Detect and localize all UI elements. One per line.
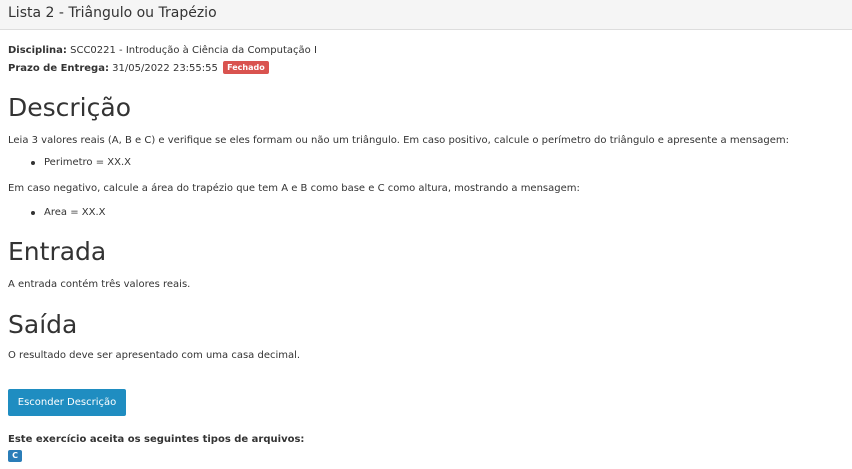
output-heading: Saída — [8, 310, 78, 339]
list-item-text: Area = XX.X — [44, 207, 106, 218]
deadline-label: Prazo de Entrega: — [8, 63, 109, 74]
list-item-text: Perimetro = XX.X — [44, 157, 132, 168]
status-badge: Fechado — [223, 61, 269, 74]
hide-description-button[interactable]: Esconder Descrição — [8, 389, 126, 416]
bullet-icon — [31, 161, 35, 165]
discipline-value: SCC0221 - Introdução à Ciência da Comput… — [70, 45, 317, 56]
list-item: Area = XX.X — [31, 206, 106, 220]
discipline-label: Disciplina: — [8, 45, 67, 56]
file-type-badge-c: C — [8, 450, 22, 462]
description-list-2: Area = XX.X — [8, 206, 105, 220]
description-list-1: Perimetro = XX.X — [8, 156, 131, 170]
bullet-icon — [31, 211, 35, 215]
page-header: Lista 2 - Triângulo ou Trapézio — [0, 0, 852, 30]
discipline-line: Disciplina: SCC0221 - Introdução à Ciênc… — [8, 44, 317, 58]
output-text: O resultado deve ser apresentado com uma… — [8, 350, 301, 361]
page-title: Lista 2 - Triângulo ou Trapézio — [8, 5, 217, 21]
list-item: Perimetro = XX.X — [31, 156, 132, 170]
deadline-line: Prazo de Entrega: 31/05/2022 23:55:55 Fe… — [8, 61, 269, 76]
description-paragraph-1: Leia 3 valores reais (A, B e C) e verifi… — [8, 135, 790, 146]
description-heading: Descrição — [8, 93, 131, 122]
input-heading: Entrada — [8, 237, 107, 266]
accepted-file-types-label: Este exercício aceita os seguintes tipos… — [8, 434, 305, 445]
deadline-value: 31/05/2022 23:55:55 — [112, 63, 218, 74]
input-text: A entrada contém três valores reais. — [8, 279, 191, 290]
description-paragraph-2: Em caso negativo, calcule a área do trap… — [8, 183, 580, 194]
